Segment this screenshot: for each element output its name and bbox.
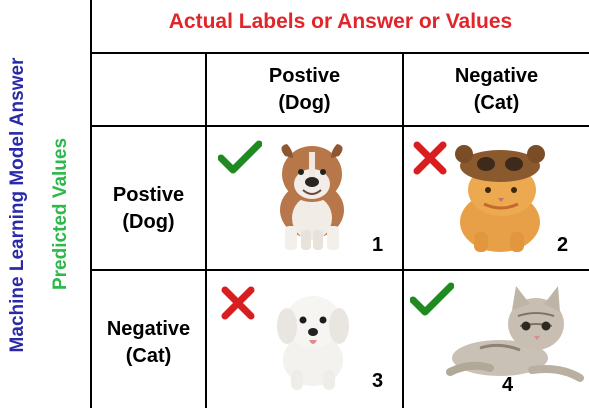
col-header-positive-line2: (Dog) (278, 92, 331, 114)
orange-cat-image (455, 145, 545, 252)
col-header-positive: Postive (Dog) (207, 63, 402, 117)
row-label-negative-line1: Negative (106, 318, 191, 340)
col-header-negative-line2: (Cat) (473, 92, 520, 114)
row-label-negative-line2: (Cat) (125, 345, 172, 367)
grid-line-header (90, 125, 589, 127)
row-label-positive-line2: (Dog) (122, 211, 175, 233)
col-header-positive-line1: Postive (268, 65, 341, 87)
grid-line-row (90, 269, 589, 271)
cross-icon (413, 141, 447, 175)
col-header-negative: Negative (Cat) (404, 63, 589, 117)
check-icon (218, 140, 262, 174)
col-header-negative-line1: Negative (454, 65, 539, 87)
row-label-positive: Postive (Dog) (92, 182, 205, 236)
predicted-values-label: Predicted Values (50, 137, 71, 291)
cell-number-2: 2 (557, 234, 569, 256)
grid-line-top (90, 52, 589, 54)
cell-number-3: 3 (372, 370, 384, 392)
cross-icon (221, 286, 255, 320)
row-label-negative: Negative (Cat) (92, 316, 205, 370)
row-label-positive-line1: Postive (112, 184, 185, 206)
actual-values-title: Actual Labels or Answer or Values (168, 10, 513, 33)
cell-number-1: 1 (372, 234, 384, 256)
white-puppy-image (277, 296, 349, 390)
bulldog-image (280, 144, 344, 250)
model-answer-label: Machine Learning Model Answer (7, 57, 28, 353)
cell-number-4: 4 (502, 374, 514, 396)
tabby-kitten-image (446, 286, 584, 382)
